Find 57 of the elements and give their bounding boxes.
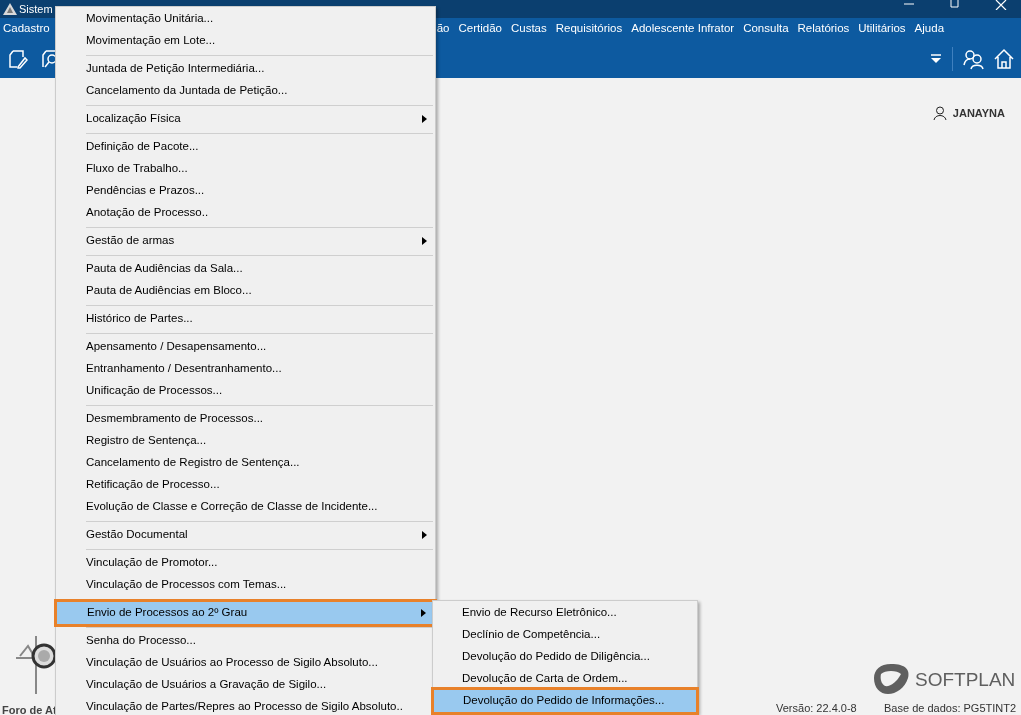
dropdown-icon[interactable] (930, 54, 942, 64)
menu-item[interactable]: Vinculação de Processos com Temas... (56, 574, 435, 596)
menu-item[interactable]: Vinculação de Usuários a Gravação de Sigilo... (56, 674, 435, 696)
menu-bar-item[interactable]: ão (436, 20, 450, 38)
database-label: Base de dados: PG5TINT2 (884, 703, 1017, 714)
menu-item[interactable]: Vinculação de Partes/Repres ao Processo de Sigilo Absoluto.. (56, 696, 435, 715)
menu-item[interactable]: Cancelamento da Juntada de Petição... (56, 80, 435, 102)
menu-item[interactable]: Vinculação de Usuários ao Processo de Sigilo Absoluto... (56, 652, 435, 674)
menu-bar-item[interactable]: Ajuda (914, 20, 945, 38)
menu-bar-item[interactable]: Certidão (458, 20, 502, 38)
menu-item[interactable]: Retificação de Processo... (56, 474, 435, 496)
edit-document-icon[interactable] (8, 49, 28, 69)
menu-item[interactable]: Evolução de Classe e Correção de Classe de Incidente... (56, 496, 435, 518)
app-logo-icon (3, 3, 17, 15)
menu-item[interactable]: Unificação de Processos... (56, 380, 435, 402)
menu-item[interactable]: Localização Física (56, 108, 435, 130)
menu-item[interactable]: Senha do Processo... (56, 630, 435, 652)
menu-item[interactable]: Vinculação de Promotor... (56, 552, 435, 574)
user-name: JANAYNA (952, 106, 1005, 121)
menu-item[interactable]: Devolução de Carta de Ordem... (433, 668, 697, 690)
menu-item[interactable]: Pendências e Prazos... (56, 180, 435, 202)
menu-item[interactable]: Movimentação em Lote... (56, 30, 435, 52)
close-icon[interactable] (995, 0, 1007, 10)
menu-item[interactable]: Pauta de Audiências da Sala... (56, 258, 435, 280)
menu-item[interactable]: Pauta de Audiências em Bloco... (56, 280, 435, 302)
softplan-logo-icon (872, 662, 910, 696)
menu-item[interactable]: Anotação de Processo.. (56, 202, 435, 224)
menu-item[interactable]: Apensamento / Desapensamento... (56, 336, 435, 358)
menu-bar-item[interactable]: Adolescente Infrator (631, 20, 735, 38)
users-icon[interactable] (963, 48, 985, 70)
menu-bar-item[interactable]: Utilitários (858, 20, 906, 38)
restore-icon[interactable] (949, 0, 961, 10)
menu-item[interactable]: Movimentação Unitária... (56, 8, 435, 30)
menu-bar-item[interactable]: Cadastro (0, 20, 50, 38)
menu-item[interactable]: Envio de Processos ao 2º Grau (57, 602, 434, 624)
window-title: Sistem (19, 3, 53, 15)
menu-item[interactable]: Envio de Recurso Eletrônico... (433, 602, 697, 624)
menu-item[interactable]: Desmembramento de Processos... (56, 408, 435, 430)
menu-item[interactable]: Devolução do Pedido de Diligência... (433, 646, 697, 668)
menu-item[interactable]: Devolução do Pedido de Informações... (434, 690, 696, 712)
menu-item[interactable]: Cancelamento de Registro de Sentença... (56, 452, 435, 474)
menu-item[interactable]: Fluxo de Trabalho... (56, 158, 435, 180)
menu-bar-item[interactable]: Custas (510, 20, 547, 38)
user-icon (932, 106, 947, 121)
menu-item[interactable]: Registro de Sentença... (56, 430, 435, 452)
menu-item[interactable]: Gestão de armas (56, 230, 435, 252)
menu-item[interactable]: Histórico de Partes... (56, 308, 435, 330)
menu-bar-item[interactable]: Consulta (743, 20, 789, 38)
menu-item[interactable]: Gestão Documental (56, 524, 435, 546)
menu-item[interactable]: Declínio de Competência... (433, 624, 697, 646)
menu-bar-item[interactable]: Relatórios (797, 20, 850, 38)
home-icon[interactable] (993, 48, 1015, 70)
brand-name: SOFTPLAN (915, 669, 1016, 689)
menu-bar-item[interactable]: Requisitórios (555, 20, 623, 38)
version-label: Versão: 22.4.0-8 (776, 703, 857, 714)
menu-item[interactable]: Entranhamento / Desentranhamento... (56, 358, 435, 380)
menu-item[interactable]: Definição de Pacote... (56, 136, 435, 158)
